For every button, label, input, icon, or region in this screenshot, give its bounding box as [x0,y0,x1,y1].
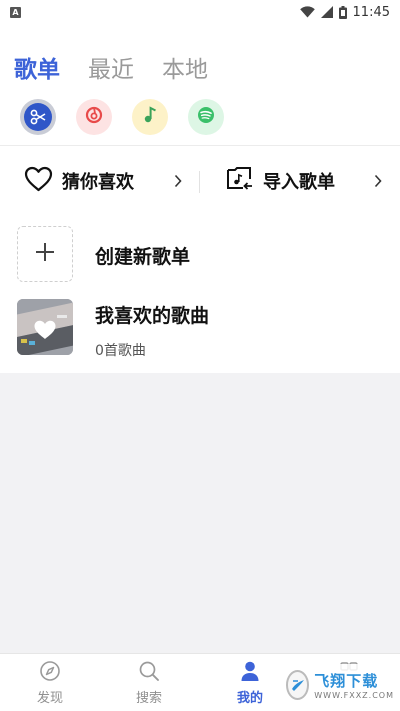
spotify-icon [196,105,216,129]
quick-actions: 猜你喜欢 导入歌单 [0,159,400,203]
divider [0,145,400,146]
plus-icon [34,241,56,267]
app-notification-icon: A [10,6,21,18]
favorite-songs-count: 0首歌曲 [95,343,146,359]
guess-like-label: 猜你喜欢 [62,172,134,193]
nav-discover-label: 发现 [36,691,63,706]
nav-mine[interactable]: 我的 [220,659,280,709]
watermark-logo-icon [286,670,310,700]
search-icon [119,660,179,682]
compass-icon [20,660,80,682]
battery-icon [338,5,347,19]
import-playlist-button[interactable]: 导入歌单 [226,159,335,203]
favorite-songs-cover [17,299,73,355]
tab-playlists[interactable]: 歌单 [14,50,60,84]
import-playlist-icon [226,166,254,196]
wifi-icon [299,6,315,18]
chevron-right-icon [174,173,182,192]
netease-music-button[interactable] [76,99,112,135]
heart-outline-icon [24,166,53,196]
watermark-url: WWW.FXXZ.COM [314,691,394,700]
library-panel: 歌单 最近 本地 猜你喜欢 导入歌单 创建新歌单 我喜欢的歌曲 0首歌曲 [0,24,400,373]
tab-recent[interactable]: 最近 [88,50,134,84]
guess-like-button[interactable]: 猜你喜欢 [24,159,134,203]
scissors-app-button[interactable] [20,99,56,135]
create-playlist-row[interactable]: 创建新歌单 [0,226,400,284]
favorite-songs-title: 我喜欢的歌曲 [95,305,210,327]
create-playlist-label: 创建新歌单 [95,246,191,268]
qq-music-icon [140,105,160,129]
scissors-app-icon [24,103,52,131]
watermark-text: 飞翔下载 [314,672,379,690]
nav-mine-label: 我的 [236,691,263,706]
chevron-right-icon [374,173,382,192]
status-bar: A 11:45 [0,0,400,24]
nav-search-label: 搜索 [135,691,162,706]
vertical-divider [199,171,200,193]
library-tabs: 歌单 最近 本地 [14,50,208,84]
platform-selector [20,99,224,135]
nav-discover[interactable]: 发现 [20,659,80,709]
import-playlist-label: 导入歌单 [263,172,335,193]
status-time: 11:45 [352,4,390,20]
signal-icon [320,6,333,18]
netease-music-icon [84,105,104,129]
watermark: 飞翔下载 WWW.FXXZ.COM [282,664,394,706]
create-playlist-cover [17,226,73,282]
nav-search[interactable]: 搜索 [119,659,179,709]
qq-music-button[interactable] [132,99,168,135]
spotify-button[interactable] [188,99,224,135]
tab-local[interactable]: 本地 [162,50,208,84]
person-icon [220,660,280,682]
favorite-songs-row[interactable]: 我喜欢的歌曲 0首歌曲 [0,299,400,359]
